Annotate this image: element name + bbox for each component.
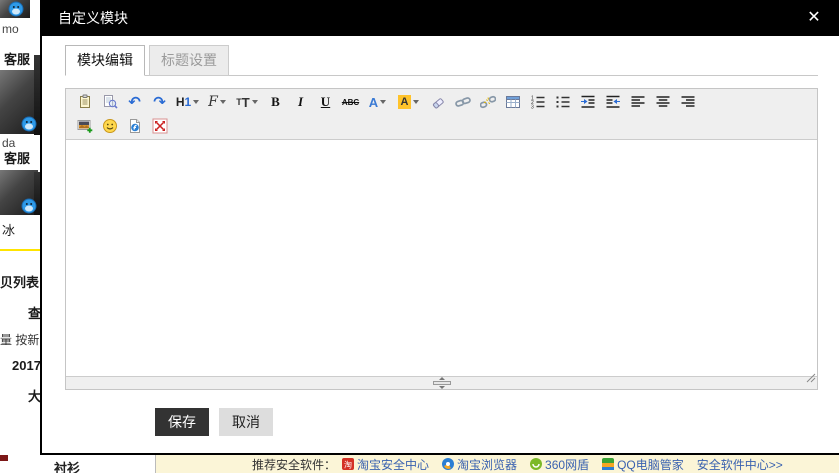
- qq-chat-icon[interactable]: [8, 1, 24, 17]
- font-color-dropdown[interactable]: A: [363, 92, 392, 113]
- chevron-down-icon: [193, 100, 199, 104]
- year-label: 2017: [12, 358, 41, 373]
- dialog-buttons: 保存 取消: [155, 408, 273, 436]
- tab-module-edit[interactable]: 模块编辑: [65, 45, 145, 76]
- qq-pc-manager-icon: [602, 458, 614, 470]
- ordered-list-icon[interactable]: 123: [525, 92, 550, 113]
- link-taobao-browser[interactable]: 淘宝浏览器: [442, 456, 517, 473]
- custom-module-dialog: 自定义模块 ✕ 模块编辑 标题设置 ↶ ↷ H1 F TT B I U: [40, 0, 839, 455]
- qq-chat-icon[interactable]: [21, 116, 37, 132]
- security-software-bar: 推荐安全软件： 淘 淘宝安全中心 淘宝浏览器 360网盾 QQ电脑管家 安全软件…: [156, 455, 839, 473]
- chevron-down-icon: [252, 100, 258, 104]
- product-category-label[interactable]: 衬衫: [54, 458, 80, 473]
- dialog-tabs: 模块编辑 标题设置: [65, 49, 818, 76]
- preview-icon[interactable]: [97, 92, 122, 113]
- outdent-icon[interactable]: [600, 92, 625, 113]
- italic-button[interactable]: I: [288, 92, 313, 113]
- link-security-center[interactable]: 安全软件中心>>: [697, 456, 783, 473]
- link-qq-pc-manager[interactable]: QQ电脑管家: [602, 456, 684, 473]
- font-family-dropdown[interactable]: F: [203, 92, 231, 113]
- svg-text:3: 3: [531, 105, 534, 111]
- align-right-icon[interactable]: [675, 92, 700, 113]
- align-center-icon[interactable]: [650, 92, 675, 113]
- font-size-dropdown[interactable]: TT: [231, 92, 263, 113]
- unlink-icon[interactable]: [475, 92, 500, 113]
- editor-resize-bar: [66, 376, 817, 389]
- link-taobao-security[interactable]: 淘 淘宝安全中心: [342, 456, 429, 473]
- qq-chat-icon[interactable]: [21, 198, 37, 214]
- sidebar-divider: [0, 249, 40, 251]
- source-edit-icon[interactable]: [72, 92, 97, 113]
- page: mo 客服 da 客服 冰 贝列表 查 量 按新 2017 大 衬衫 推荐安全软…: [0, 0, 839, 473]
- tab-title-settings[interactable]: 标题设置: [149, 45, 229, 76]
- eraser-icon[interactable]: [425, 92, 450, 113]
- underline-button[interactable]: U: [313, 92, 338, 113]
- chevron-down-icon: [380, 100, 386, 104]
- contact-name: 冰: [2, 220, 15, 239]
- insert-table-icon[interactable]: [500, 92, 525, 113]
- link-360-shield[interactable]: 360网盾: [530, 456, 589, 473]
- close-icon[interactable]: ✕: [805, 9, 823, 27]
- editor-toolbar: ↶ ↷ H1 F TT B I U ABC A A 123: [66, 89, 817, 140]
- bold-button[interactable]: B: [263, 92, 288, 113]
- toolbar-row-1: ↶ ↷ H1 F TT B I U ABC A A 123: [68, 90, 815, 114]
- redo-icon[interactable]: ↷: [147, 92, 172, 113]
- dialog-titlebar: 自定义模块 ✕: [42, 0, 839, 36]
- unordered-list-icon[interactable]: [550, 92, 575, 113]
- chevron-down-icon: [220, 100, 226, 104]
- align-left-icon[interactable]: [625, 92, 650, 113]
- strikethrough-button[interactable]: ABC: [338, 92, 363, 113]
- flash-media-icon[interactable]: [122, 116, 147, 137]
- dialog-title: 自定义模块: [58, 0, 128, 36]
- contact-service-label: 客服: [4, 49, 30, 68]
- security-bar-label: 推荐安全软件：: [252, 456, 336, 473]
- svg-text:淘: 淘: [344, 460, 352, 470]
- chevron-down-icon: [413, 100, 419, 104]
- resize-grip-icon[interactable]: [806, 370, 816, 388]
- cancel-button[interactable]: 取消: [219, 408, 273, 436]
- link-icon[interactable]: [450, 92, 475, 113]
- toolbar-row-2: [68, 114, 815, 138]
- taobao-browser-icon: [442, 458, 454, 470]
- resize-handle[interactable]: [429, 377, 455, 389]
- emoticon-icon[interactable]: [97, 116, 122, 137]
- contact-service-label: 客服: [4, 148, 30, 167]
- indent-icon[interactable]: [575, 92, 600, 113]
- taobao-security-icon: 淘: [342, 458, 354, 470]
- editor-content-area[interactable]: [66, 140, 817, 376]
- highlight-color-dropdown[interactable]: A: [392, 92, 425, 113]
- contact-name: mo: [2, 22, 19, 36]
- footer-chip: [0, 455, 8, 461]
- 360-shield-icon: [530, 458, 542, 470]
- sort-options[interactable]: 量 按新: [0, 331, 39, 348]
- insert-image-icon[interactable]: [72, 116, 97, 137]
- rich-text-editor: ↶ ↷ H1 F TT B I U ABC A A 123: [65, 88, 818, 390]
- product-list-header: 贝列表: [0, 272, 39, 291]
- save-button[interactable]: 保存: [155, 408, 209, 436]
- heading-dropdown[interactable]: H1: [172, 92, 203, 113]
- undo-icon[interactable]: ↶: [122, 92, 147, 113]
- fullscreen-icon[interactable]: [147, 116, 172, 137]
